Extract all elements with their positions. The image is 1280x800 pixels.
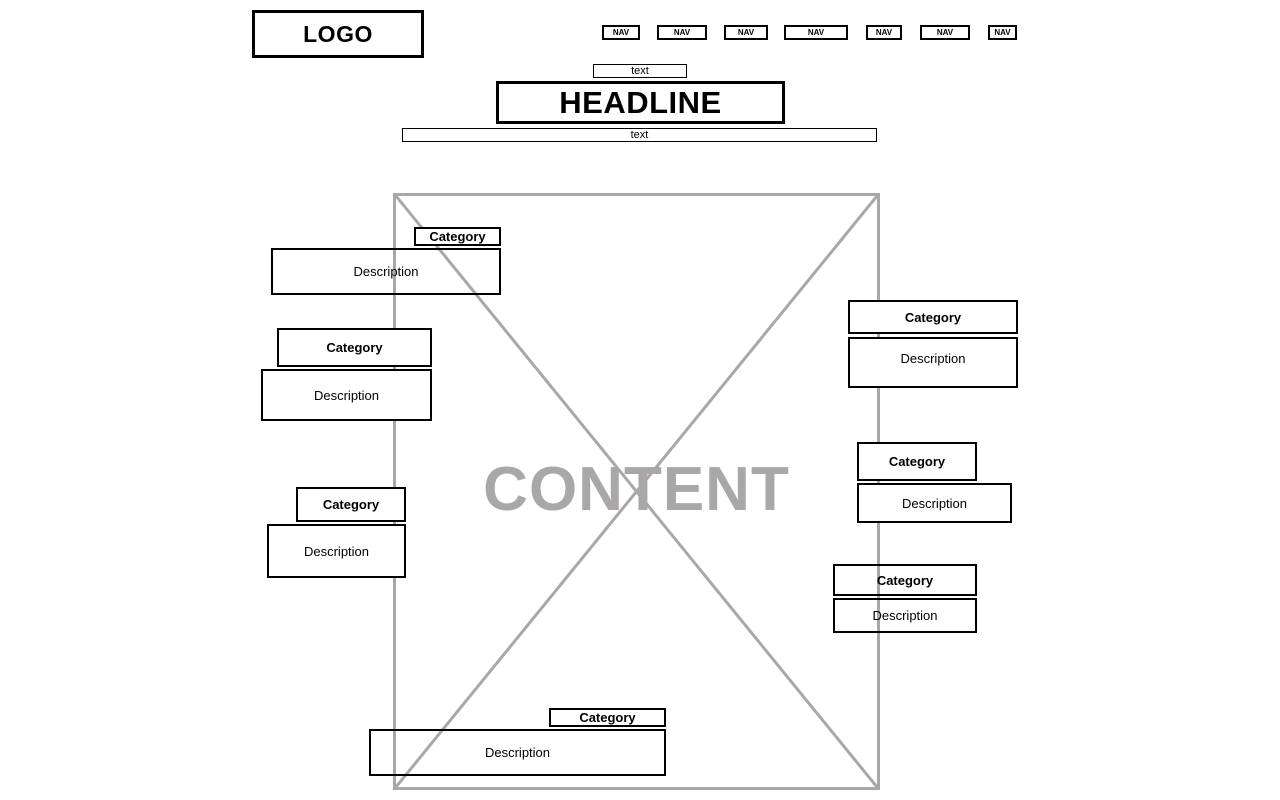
hero-eyebrow-text: text (593, 64, 687, 78)
content-label: CONTENT (483, 455, 790, 524)
callout-5-category[interactable]: Category (857, 442, 977, 481)
callout-2-description[interactable]: Description (261, 369, 432, 421)
callout-7-category[interactable]: Category (549, 708, 666, 727)
nav-item-5[interactable]: NAV (866, 25, 902, 40)
nav-item-1[interactable]: NAV (602, 25, 640, 40)
callout-3-category[interactable]: Category (296, 487, 406, 522)
callout-1-description[interactable]: Description (271, 248, 501, 295)
callout-6-description[interactable]: Description (833, 598, 977, 633)
callout-7-description[interactable]: Description (369, 729, 666, 776)
nav-item-2[interactable]: NAV (657, 25, 707, 40)
callout-4-description[interactable]: Description (848, 337, 1018, 388)
logo[interactable]: LOGO (252, 10, 424, 58)
wireframe-canvas: LOGO NAV NAV NAV NAV NAV NAV NAV text HE… (0, 0, 1280, 800)
nav-item-4[interactable]: NAV (784, 25, 848, 40)
callout-4-category[interactable]: Category (848, 300, 1018, 334)
hero-subtext: text (402, 128, 877, 142)
callout-1-category[interactable]: Category (414, 227, 501, 246)
callout-2-category[interactable]: Category (277, 328, 432, 367)
nav-item-7[interactable]: NAV (988, 25, 1017, 40)
nav-item-6[interactable]: NAV (920, 25, 970, 40)
headline: HEADLINE (496, 81, 785, 124)
callout-6-category[interactable]: Category (833, 564, 977, 596)
callout-5-description[interactable]: Description (857, 483, 1012, 523)
nav-item-3[interactable]: NAV (724, 25, 768, 40)
callout-3-description[interactable]: Description (267, 524, 406, 578)
